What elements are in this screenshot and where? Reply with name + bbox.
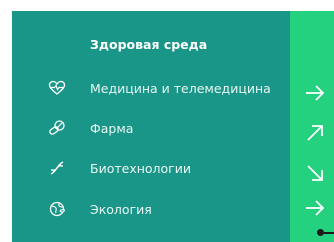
menu-item-label: Медицина и телемедицина — [90, 80, 271, 96]
menu-item-label: Биотехнологии — [90, 160, 191, 176]
arrow-right-button[interactable] — [302, 197, 328, 223]
slider-handle[interactable] — [317, 229, 324, 236]
menu-item-medicine[interactable]: Медицина и телемедицина — [42, 75, 288, 101]
heart-pulse-icon — [42, 80, 72, 96]
menu-item-ecology[interactable]: Экология — [42, 196, 288, 222]
menu-item-label: Экология — [90, 201, 152, 217]
menu-item-label: Фарма — [90, 120, 134, 136]
arrow-down-right-icon — [304, 162, 326, 188]
arrow-right-icon — [304, 82, 326, 108]
dna-icon — [42, 159, 72, 177]
arrow-right-button[interactable] — [302, 82, 328, 108]
arrow-right-icon — [304, 197, 326, 223]
menu-item-pharma[interactable]: Фарма — [42, 115, 288, 141]
pills-icon — [42, 119, 72, 137]
globe-leaf-icon — [42, 200, 72, 218]
arrow-down-right-button[interactable] — [302, 162, 328, 188]
menu-heading: Здоровая среда — [90, 37, 208, 52]
slider-track — [324, 232, 334, 234]
menu-item-biotech[interactable]: Биотехнологии — [42, 155, 288, 181]
arrow-up-right-button[interactable] — [302, 122, 328, 148]
arrow-up-right-icon — [304, 122, 326, 148]
